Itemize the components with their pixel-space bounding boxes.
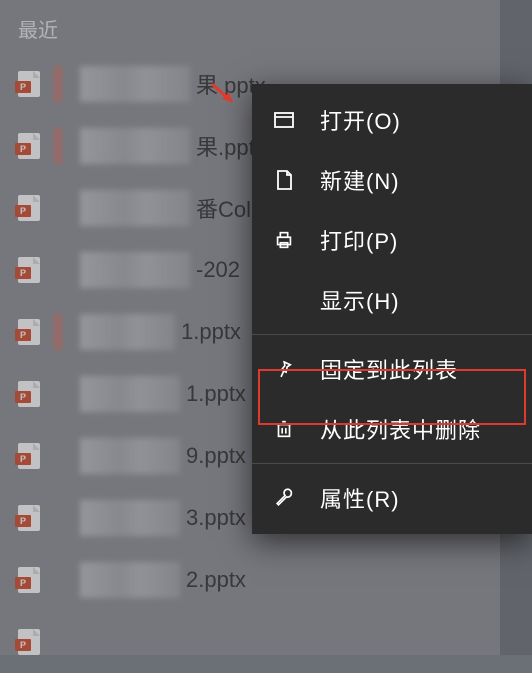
- redacted-block: [80, 500, 180, 536]
- menu-remove[interactable]: 从此列表中删除: [252, 399, 532, 459]
- redacted-block: [80, 562, 180, 598]
- pin-icon: [270, 355, 298, 383]
- section-title: 最近: [0, 14, 500, 53]
- menu-show[interactable]: 显示(H): [252, 270, 532, 330]
- list-item[interactable]: P 2.pptx: [0, 549, 500, 611]
- filename-tail: 1.pptx: [186, 381, 246, 407]
- redacted-block: [80, 438, 180, 474]
- redacted-block: [80, 314, 175, 350]
- powerpoint-icon: P: [18, 505, 40, 531]
- redacted-block: [80, 128, 190, 164]
- menu-label: 固定到此列表: [320, 353, 458, 385]
- filename-tail: 9.pptx: [186, 443, 246, 469]
- menu-separator: [252, 463, 532, 464]
- powerpoint-icon: P: [18, 319, 40, 345]
- redacted-block: [80, 66, 190, 102]
- powerpoint-icon: P: [18, 71, 40, 97]
- menu-label: 显示(H): [320, 284, 400, 316]
- filename-tail: 3.pptx: [186, 505, 246, 531]
- document-icon: [270, 166, 298, 194]
- trash-icon: [270, 415, 298, 443]
- menu-label: 属性(R): [320, 482, 400, 514]
- list-item[interactable]: P: [0, 611, 500, 673]
- filename-tail: -202: [196, 257, 240, 283]
- redacted-block: [54, 128, 62, 164]
- menu-print[interactable]: 打印(P): [252, 210, 532, 270]
- redacted-block: [80, 252, 190, 288]
- window-icon: [270, 106, 298, 134]
- redacted-block: [80, 190, 190, 226]
- powerpoint-icon: P: [18, 133, 40, 159]
- menu-new[interactable]: 新建(N): [252, 150, 532, 210]
- empty-icon: [270, 286, 298, 314]
- filename-tail: 2.pptx: [186, 567, 246, 593]
- powerpoint-icon: P: [18, 443, 40, 469]
- menu-label: 打开(O): [320, 104, 401, 136]
- menu-separator: [252, 334, 532, 335]
- powerpoint-icon: P: [18, 567, 40, 593]
- context-menu: 打开(O) 新建(N) 打印(P) 显示(H) 固定到此列表 从此列表中删除 属…: [252, 84, 532, 534]
- menu-pin[interactable]: 固定到此列表: [252, 339, 532, 399]
- menu-open[interactable]: 打开(O): [252, 90, 532, 150]
- menu-label: 从此列表中删除: [320, 413, 481, 445]
- menu-properties[interactable]: 属性(R): [252, 468, 532, 528]
- powerpoint-icon: P: [18, 629, 40, 655]
- menu-label: 打印(P): [320, 224, 398, 256]
- powerpoint-icon: P: [18, 257, 40, 283]
- powerpoint-icon: P: [18, 381, 40, 407]
- filename-tail: 番Col: [196, 192, 251, 224]
- redacted-block: [54, 314, 62, 350]
- redacted-block: [80, 376, 180, 412]
- menu-label: 新建(N): [320, 164, 400, 196]
- filename-tail: 1.pptx: [181, 319, 241, 345]
- powerpoint-icon: P: [18, 195, 40, 221]
- wrench-icon: [270, 484, 298, 512]
- redacted-block: [54, 66, 62, 102]
- printer-icon: [270, 226, 298, 254]
